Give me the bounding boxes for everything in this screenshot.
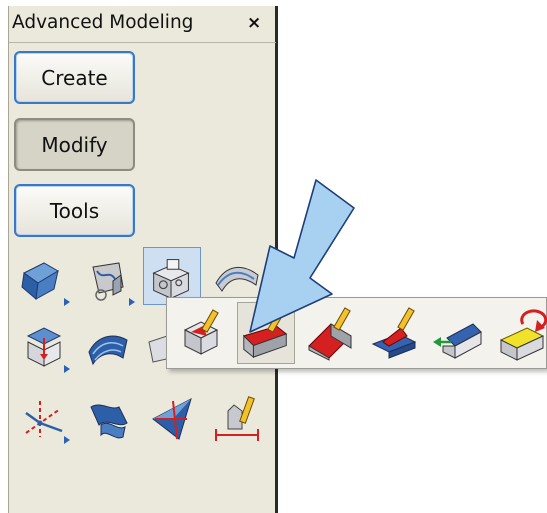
- panel-title: Advanced Modeling: [12, 12, 194, 33]
- edit-solid-pencil-icon[interactable]: [173, 302, 231, 364]
- create-button[interactable]: Create: [14, 51, 135, 104]
- flyout-toolbar: [166, 297, 547, 369]
- edit-wedge-pencil-icon[interactable]: [301, 302, 359, 364]
- modify-button[interactable]: Modify: [14, 118, 135, 171]
- blend-surface-icon[interactable]: [143, 389, 201, 447]
- rotate-face-icon[interactable]: [493, 302, 547, 364]
- blue-solid-icon[interactable]: [14, 251, 72, 309]
- swept-solid-icon[interactable]: [79, 251, 137, 309]
- tools-button-label: Tools: [49, 198, 100, 223]
- edit-plate-pencil-icon[interactable]: [365, 302, 423, 364]
- panel-header: Advanced Modeling ×: [9, 6, 276, 43]
- draft-box-icon[interactable]: [14, 318, 72, 376]
- edit-red-face-pencil-icon[interactable]: [237, 302, 295, 364]
- move-face-icon[interactable]: [429, 302, 487, 364]
- create-button-label: Create: [41, 65, 108, 90]
- tools-button[interactable]: Tools: [14, 184, 135, 237]
- advanced-modeling-panel: Advanced Modeling × Create Modify Tools: [8, 6, 278, 513]
- curved-surface-icon[interactable]: [79, 318, 137, 376]
- measure-pencil-icon[interactable]: [208, 389, 266, 447]
- twisted-surface-icon[interactable]: [79, 389, 137, 447]
- modify-button-label: Modify: [41, 132, 108, 157]
- close-icon[interactable]: ×: [247, 13, 261, 33]
- axis-system-icon[interactable]: [14, 389, 72, 447]
